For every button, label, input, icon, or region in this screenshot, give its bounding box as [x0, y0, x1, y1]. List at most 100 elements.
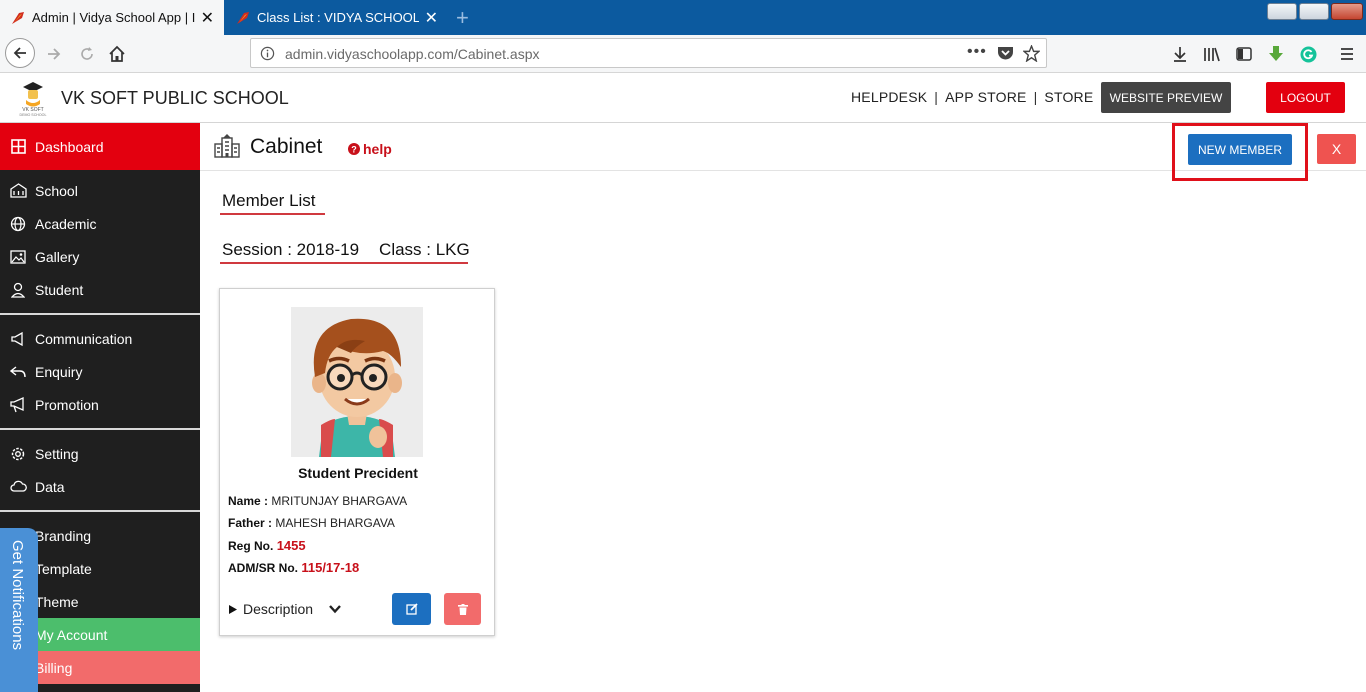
sidebar-item-label: Setting — [35, 445, 79, 462]
school-icon — [9, 182, 27, 200]
sidebar-item-setting[interactable]: Setting — [0, 437, 200, 470]
sidebar-item-school[interactable]: School — [0, 174, 200, 207]
student-icon — [9, 281, 27, 299]
page-actions-icon[interactable]: ••• — [967, 43, 987, 61]
logout-button[interactable]: LOGOUT — [1266, 82, 1345, 113]
section-title: Member List — [222, 191, 316, 210]
forward-arrow-icon[interactable] — [40, 40, 68, 68]
sidebar-item-enquiry[interactable]: Enquiry — [0, 355, 200, 388]
close-button[interactable]: X — [1317, 134, 1356, 164]
sidebar-item-student[interactable]: Student — [0, 273, 200, 306]
reply-icon — [9, 363, 27, 381]
pocket-icon[interactable] — [997, 46, 1014, 61]
gear-icon — [9, 445, 27, 463]
triangle-right-icon — [229, 604, 237, 614]
grammarly-icon[interactable] — [1294, 40, 1322, 68]
url-text: admin.vidyaschoolapp.com/Cabinet.aspx — [285, 46, 540, 62]
sidebar-divider — [0, 428, 200, 430]
sidebar-item-label: School — [35, 182, 78, 199]
sidebar-item-data[interactable]: Data — [0, 470, 200, 503]
get-notifications-tab[interactable]: Get Notifications — [0, 528, 38, 692]
class-label: Class : LKG — [379, 240, 470, 259]
sidebar-item-label: Billing — [35, 659, 73, 676]
adm-label: ADM/SR No. — [228, 561, 298, 575]
app-store-link[interactable]: APP STORE — [945, 89, 1026, 105]
chevron-down-icon — [329, 604, 341, 613]
member-designation: Student Precident — [298, 465, 418, 481]
sidebar-item-label: My Account — [35, 626, 108, 643]
sidebar-item-label: Dashboard — [35, 138, 104, 155]
sidebar-divider — [0, 510, 200, 512]
sidebar-item-label: Promotion — [35, 396, 99, 413]
browser-tab-admin[interactable]: Admin | Vidya School App | It's ✕ — [0, 0, 224, 35]
restore-window-icon[interactable] — [1299, 3, 1329, 20]
page-title: Cabinet — [250, 135, 323, 158]
close-window-icon[interactable] — [1331, 3, 1363, 20]
image-icon — [9, 248, 27, 266]
edit-icon — [405, 603, 418, 615]
downloads-icon[interactable] — [1166, 40, 1194, 68]
member-card: Student Precident Name : MRITUNJAY BHARG… — [219, 288, 495, 636]
store-link[interactable]: STORE — [1044, 89, 1093, 105]
member-adm-no: 115/17-18 — [301, 560, 360, 575]
cloud-icon — [9, 478, 27, 496]
member-reg-no: 1455 — [276, 538, 306, 553]
help-label: help — [363, 141, 392, 157]
reload-icon[interactable] — [73, 40, 101, 68]
minimize-window-icon[interactable] — [1267, 3, 1297, 20]
sidebar-item-communication[interactable]: Communication — [0, 322, 200, 355]
sidebar-item-label: Gallery — [35, 248, 80, 265]
library-icon[interactable] — [1198, 40, 1226, 68]
sidebar-item-dashboard[interactable]: Dashboard — [0, 123, 200, 170]
browser-tab-class-list[interactable]: Class List : VIDYA SCHOOL APP ✕ — [225, 0, 448, 35]
section-title-underline — [220, 213, 325, 215]
sidebar-item-label: Communication — [35, 330, 133, 347]
cabinet-building-icon — [214, 134, 240, 158]
sidebar-item-gallery[interactable]: Gallery — [0, 240, 200, 273]
get-notifications-label: Get Notifications — [9, 540, 26, 651]
dashboard-icon — [9, 138, 27, 156]
sidebar-item-promotion[interactable]: Promotion — [0, 388, 200, 421]
member-reg-row: Reg No. 1455 — [228, 538, 306, 553]
top-links: HELPDESK | APP STORE | STORE — [851, 89, 1093, 105]
page-header: Cabinet ? help NEW MEMBER X — [200, 123, 1366, 181]
info-icon[interactable] — [260, 46, 275, 61]
member-photo — [291, 307, 423, 457]
sidebar-divider — [0, 313, 200, 315]
help-link[interactable]: ? help — [348, 141, 392, 157]
main-content: Cabinet ? help NEW MEMBER X Member List … — [200, 123, 1366, 692]
edit-member-button[interactable] — [392, 593, 431, 625]
member-adm-row: ADM/SR No. 115/17-18 — [228, 560, 359, 575]
bullhorn-icon — [9, 396, 27, 414]
session-class-info: Session : 2018-19 Class : LKG — [222, 240, 470, 260]
description-toggle[interactable]: Description — [229, 601, 341, 617]
school-logo[interactable]: VK SOFT DEMO SCHOOL — [18, 80, 48, 118]
tab-title: Class List : VIDYA SCHOOL APP — [257, 10, 419, 25]
reg-label: Reg No. — [228, 539, 274, 553]
sidebar-item-label: Theme — [35, 593, 79, 610]
trash-icon — [457, 603, 468, 615]
home-icon[interactable] — [103, 40, 131, 68]
helpdesk-link[interactable]: HELPDESK — [851, 89, 927, 105]
back-arrow-icon[interactable] — [5, 38, 35, 68]
browser-nav-bar: admin.vidyaschoolapp.com/Cabinet.aspx ••… — [0, 35, 1366, 73]
address-bar[interactable]: admin.vidyaschoolapp.com/Cabinet.aspx ••… — [250, 38, 1047, 68]
close-tab-icon[interactable]: ✕ — [425, 8, 438, 28]
sidebar-item-academic[interactable]: Academic — [0, 207, 200, 240]
sidebar-toggle-icon[interactable] — [1230, 40, 1258, 68]
bookmark-star-icon[interactable] — [1023, 45, 1040, 62]
download-helper-icon[interactable] — [1262, 40, 1290, 68]
session-label: Session : 2018-19 — [222, 240, 360, 259]
close-tab-icon[interactable]: ✕ — [201, 8, 214, 28]
menu-hamburger-icon[interactable] — [1333, 40, 1361, 68]
name-label: Name : — [228, 494, 269, 508]
description-label: Description — [243, 601, 314, 617]
father-label: Father : — [228, 516, 273, 530]
new-member-button[interactable]: NEW MEMBER — [1188, 134, 1292, 165]
delete-member-button[interactable] — [444, 593, 481, 625]
app-favicon-icon — [237, 11, 249, 24]
browser-tab-bar: Admin | Vidya School App | It's ✕ Class … — [0, 0, 1366, 35]
new-tab-icon[interactable]: + — [456, 5, 469, 31]
tab-title: Admin | Vidya School App | It's — [32, 10, 195, 25]
website-preview-button[interactable]: WEBSITE PREVIEW — [1101, 82, 1231, 113]
